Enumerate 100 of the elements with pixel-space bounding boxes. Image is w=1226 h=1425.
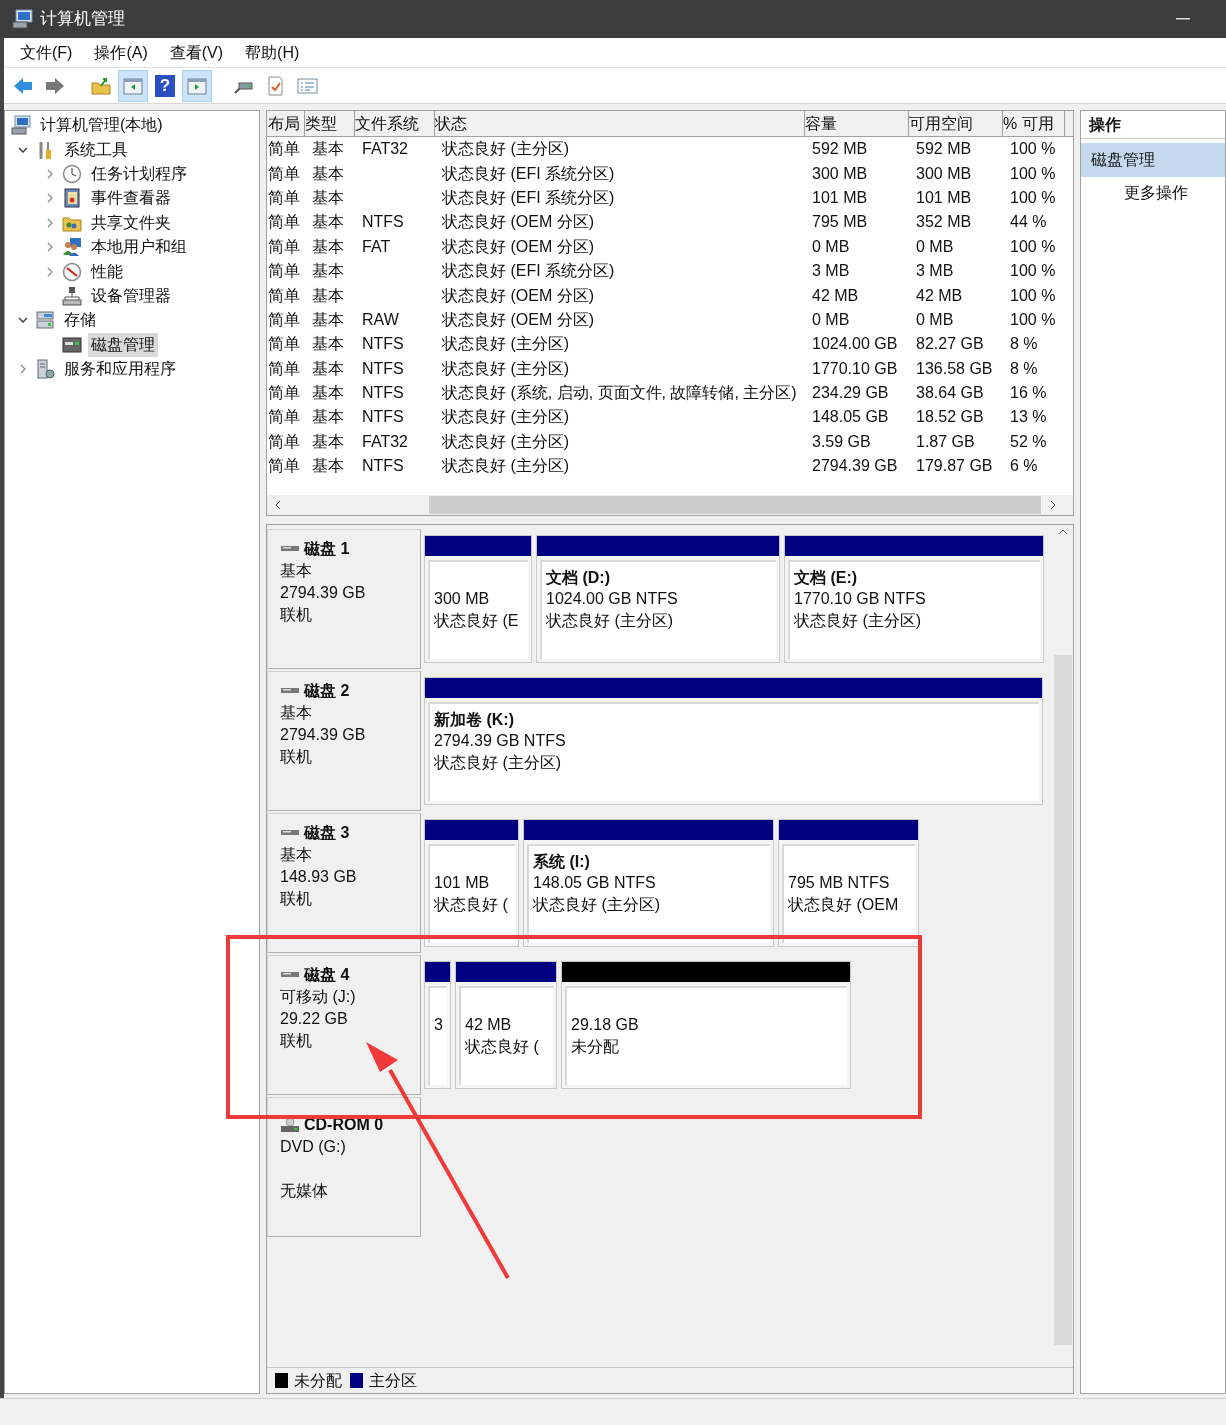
chevron-right-icon[interactable] (20, 364, 26, 375)
column-header[interactable]: 容量 (805, 111, 909, 136)
disk-type: DVD (G:) (280, 1137, 347, 1157)
scrollbar-thumb[interactable] (429, 496, 1041, 514)
chevron-right-icon[interactable] (47, 266, 53, 277)
table-cell-text: 基本 (311, 212, 345, 233)
scroll-left-icon[interactable] (275, 500, 281, 510)
tree-item[interactable]: 存储 (61, 308, 99, 333)
disk-name: 磁盘 3 (304, 823, 350, 843)
table-cell-text: 18.52 GB (915, 407, 985, 428)
minimize-icon[interactable] (1176, 18, 1190, 20)
partition-info: 状态良好 (主分区) (434, 753, 563, 773)
menu-item[interactable]: 查看(V) (165, 40, 228, 65)
scroll-up-icon[interactable] (1058, 529, 1068, 535)
table-cell-text: 52 % (1009, 431, 1048, 452)
actions-section[interactable]: 磁盘管理 (1081, 143, 1225, 177)
table-cell-text: 简单 (267, 358, 301, 379)
tree-item[interactable]: 服务和应用程序 (61, 357, 179, 382)
disk-name: 磁盘 2 (304, 681, 350, 701)
table-cell-text: 状态良好 (主分区) (441, 456, 571, 477)
table-cell-text: 基本 (311, 358, 345, 379)
tree-item[interactable]: 设备管理器 (88, 283, 174, 308)
table-cell-text: 简单 (267, 261, 301, 282)
chevron-down-icon[interactable] (18, 146, 28, 153)
table-cell-text: 3 MB (915, 261, 955, 282)
menu-item[interactable]: 文件(F) (16, 40, 77, 65)
partition-block[interactable]: 29.18 GB 未分配 (561, 961, 851, 1089)
partition-block[interactable]: 文档 (D:) 1024.00 GB NTFS 状态良好 (主分区) (536, 535, 780, 663)
table-cell-text: 状态良好 (OEM 分区) (441, 285, 595, 306)
table-cell-text: 592 MB (811, 139, 869, 160)
table-cell-text: 状态良好 (主分区) (441, 407, 571, 428)
scroll-right-icon[interactable] (1050, 500, 1056, 510)
tree-item[interactable]: 磁盘管理 (88, 332, 158, 357)
disk-size: 29.22 GB (280, 1009, 349, 1029)
tree-item[interactable]: 事件查看器 (88, 186, 174, 211)
column-header[interactable]: 文件系统 (355, 111, 435, 136)
table-cell-text: 100 % (1009, 309, 1057, 330)
partition-info: 状态良好 ( (434, 895, 509, 915)
disk-name: 磁盘 1 (304, 539, 350, 559)
table-cell-text: 16 % (1009, 383, 1048, 404)
drive-icon (280, 687, 300, 695)
tree-item[interactable]: 计算机管理(本地) (37, 113, 166, 138)
partition-block[interactable]: 系统 (I:) 148.05 GB NTFS 状态良好 (主分区) (523, 819, 774, 947)
computer-icon (12, 9, 34, 29)
column-header[interactable]: 布局 (267, 111, 305, 136)
menu-item[interactable]: 帮助(H) (241, 40, 304, 65)
partition-block[interactable]: 42 MB 状态良好 ( (455, 961, 557, 1089)
table-cell-text: 简单 (267, 456, 301, 477)
column-header[interactable]: % 可用 (1003, 111, 1065, 136)
table-cell-text: 简单 (267, 187, 301, 208)
table-cell-text: 简单 (267, 163, 301, 184)
disk-size: 2794.39 GB (280, 583, 367, 603)
table-cell-text: 795 MB (811, 212, 869, 233)
chevron-down-icon[interactable] (18, 317, 28, 324)
table-cell-text: 基本 (311, 261, 345, 282)
table-cell-text: 状态良好 (主分区) (441, 139, 571, 160)
disk-type: 基本 (280, 845, 313, 865)
scrollbar-thumb[interactable] (1054, 655, 1072, 1345)
toolbar-button[interactable] (182, 69, 212, 102)
tree-item[interactable]: 性能 (88, 259, 126, 284)
column-header[interactable]: 可用空间 (909, 111, 1003, 136)
chevron-right-icon[interactable] (47, 217, 53, 228)
partition-info: 状态良好 (E (434, 611, 520, 631)
action-item[interactable]: 更多操作 (1081, 177, 1225, 209)
partition-block[interactable]: 795 MB NTFS 状态良好 (OEM (778, 819, 919, 947)
clock-icon (62, 163, 82, 184)
table-cell-text: 基本 (311, 236, 345, 257)
table-cell-text: 234.29 GB (811, 383, 890, 404)
column-header[interactable]: 状态 (435, 111, 805, 136)
tree-item[interactable]: 任务计划程序 (88, 161, 190, 186)
table-cell-text: 状态良好 (OEM 分区) (441, 309, 595, 330)
drive-icon (280, 545, 300, 553)
table-cell-text: 13 % (1009, 407, 1048, 428)
table-cell-text: 300 MB (811, 163, 869, 184)
partition-block[interactable]: 300 MB 状态良好 (E (424, 535, 532, 663)
table-cell-text: 3 MB (811, 261, 851, 282)
column-header[interactable]: 类型 (305, 111, 355, 136)
device-tree-icon (62, 285, 82, 306)
table-cell-text: 基本 (311, 187, 345, 208)
menu-item[interactable]: 操作(A) (90, 40, 152, 65)
disk-name: 磁盘 4 (304, 965, 350, 985)
chevron-right-icon[interactable] (47, 168, 53, 179)
chevron-right-icon[interactable] (47, 242, 53, 253)
tree-item[interactable]: 共享文件夹 (88, 210, 174, 235)
disk-status: 联机 (280, 1031, 313, 1051)
tree-item[interactable]: 本地用户和组 (88, 235, 190, 260)
partition-block[interactable]: 101 MB 状态良好 ( (424, 819, 519, 947)
table-cell-text: FAT32 (361, 139, 409, 160)
table-cell-text: 基本 (311, 383, 345, 404)
partition-block[interactable]: 3 (424, 961, 451, 1089)
table-cell-text: 100 % (1009, 236, 1057, 257)
partition-block[interactable]: 新加卷 (K:) 2794.39 GB NTFS 状态良好 (主分区) (424, 677, 1043, 805)
table-cell-text: 状态良好 (主分区) (441, 358, 571, 379)
toolbar-button[interactable] (118, 69, 148, 102)
partition-block[interactable]: 文档 (E:) 1770.10 GB NTFS 状态良好 (主分区) (784, 535, 1044, 663)
table-cell-text: 状态良好 (EFI 系统分区) (441, 261, 616, 282)
chevron-right-icon[interactable] (47, 193, 53, 204)
table-cell-text: 简单 (267, 407, 301, 428)
tree-item[interactable]: 系统工具 (61, 137, 131, 162)
table-cell-text: 简单 (267, 212, 301, 233)
